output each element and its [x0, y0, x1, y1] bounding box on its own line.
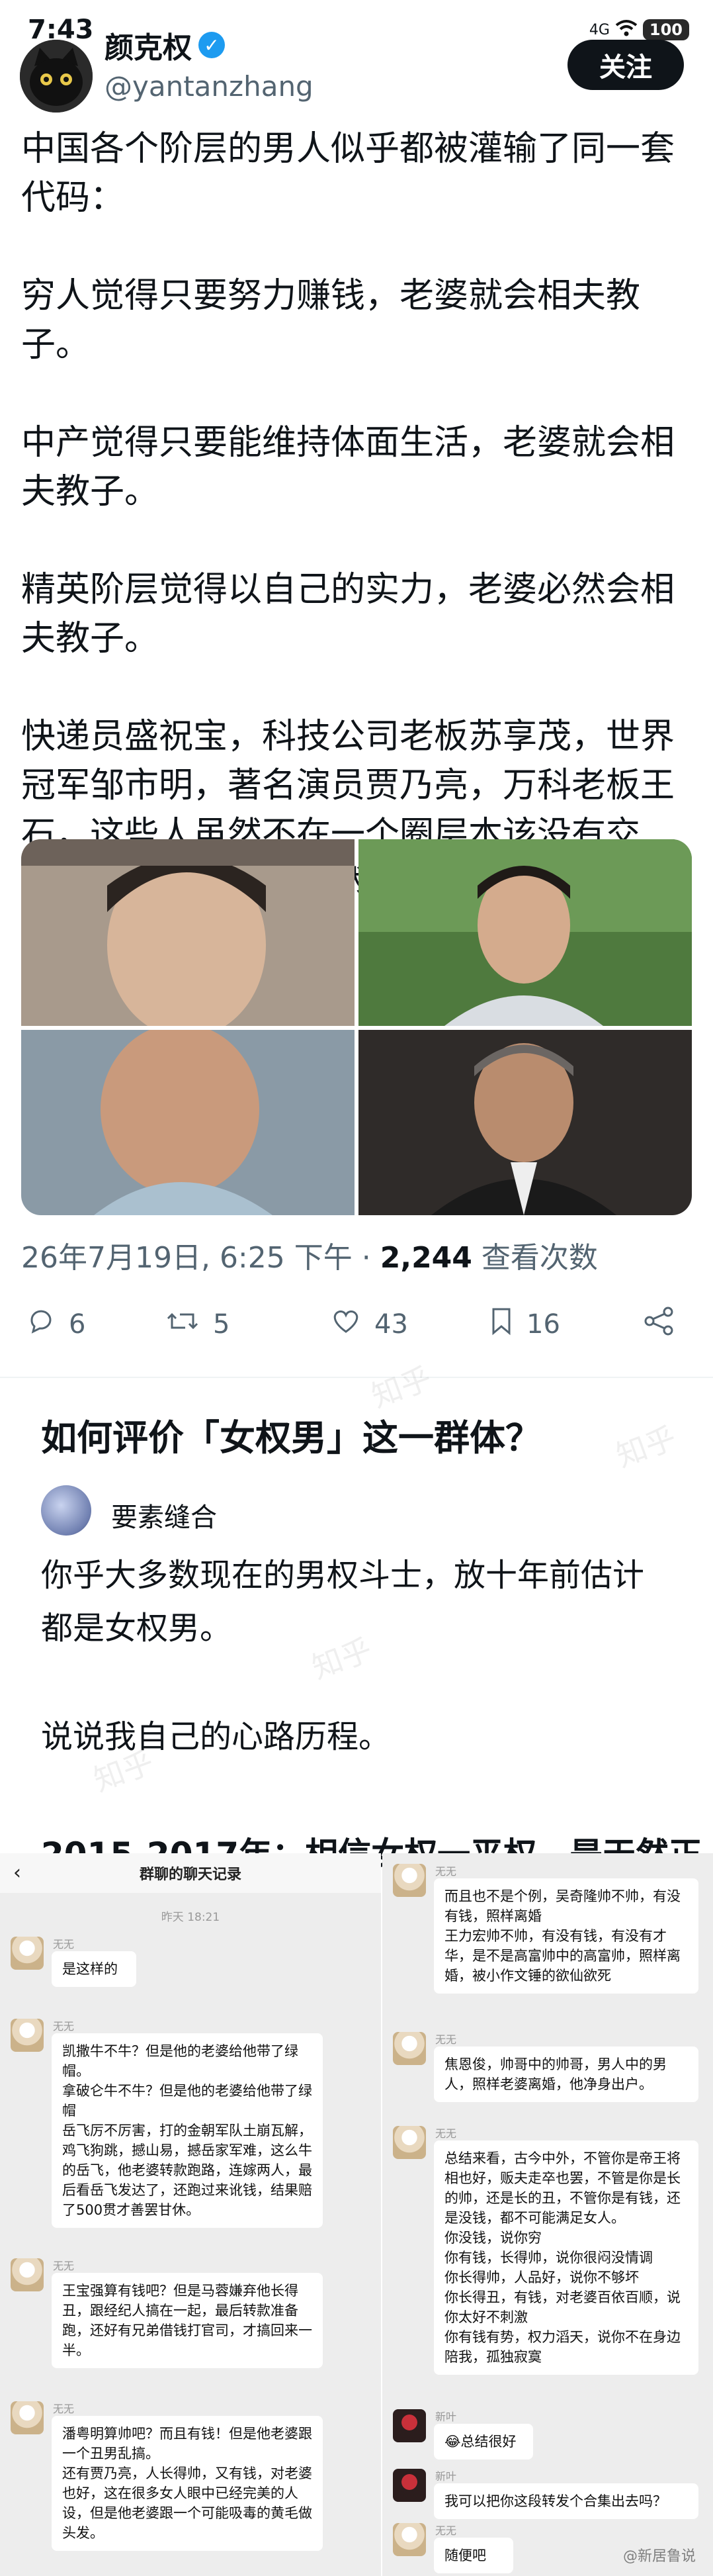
avatar[interactable]	[11, 2258, 44, 2291]
message-bubble[interactable]: 😂总结很好	[434, 2424, 533, 2460]
sender-name: 无无	[53, 2260, 75, 2272]
sender-name: 无无	[53, 2020, 75, 2033]
zhihu-watermark: 知乎	[611, 1419, 681, 1474]
sender-name: 无无	[435, 1865, 457, 1878]
share-button[interactable]	[643, 1307, 675, 1342]
message-bubble[interactable]: 凯撒牛不牛？但是他的老婆给他带了绿帽。 拿破仑牛不牛？但是他的老婆给他带了绿帽 …	[52, 2033, 323, 2228]
tweet-photo[interactable]	[358, 1030, 692, 1215]
tweet-text: 中国各个阶层的男人似乎都被灌输了同一套代码： 穷人觉得只要努力赚钱，老婆就会相夫…	[21, 124, 693, 957]
tweet-actions: 6 5 43 16	[26, 1307, 688, 1353]
zhihu-author-name[interactable]: 要素缝合	[111, 1496, 217, 1534]
network-label: 4G	[589, 21, 610, 38]
message-bubble[interactable]: 我可以把你这段转发个合集出去吗？	[434, 2483, 698, 2519]
divider	[0, 1377, 713, 1378]
tweet-paragraph: 穷人觉得只要努力赚钱，老婆就会相夫教子。	[21, 276, 641, 365]
sender-name: 无无	[435, 2127, 457, 2140]
message-bubble[interactable]: 王宝强算有钱吧？但是马蓉嫌弃他长得丑，跟经纪人搞在一起，最后转款准备跑，还好有兄…	[52, 2273, 323, 2368]
follow-button[interactable]: 关注	[567, 40, 684, 90]
heart-icon	[331, 1307, 361, 1342]
chat-time: 昨天 18:21	[161, 1911, 220, 1924]
avatar[interactable]	[393, 2469, 426, 2502]
tweet-paragraph: 中产觉得只要能维持体面生活，老婆就会相夫教子。	[21, 423, 675, 512]
bookmark-icon	[489, 1307, 513, 1342]
reply-count: 6	[69, 1309, 86, 1340]
zhihu-author-avatar[interactable]	[41, 1485, 91, 1536]
sender-name: 无无	[435, 2524, 457, 2537]
message-bubble[interactable]: 焦恩俊，帅哥中的帅哥，男人中的男人，照样老婆离婚，他净身出户。	[434, 2047, 698, 2102]
avatar[interactable]	[11, 2019, 44, 2052]
chat-screenshot-right: 无无 而且也不是个例，吴奇隆帅不帅，有没有钱，照样离婚 王力宏帅不帅，有没有钱，…	[382, 1853, 713, 2576]
retweet-count: 5	[213, 1309, 230, 1340]
chat-title: 群聊的聊天记录	[139, 1866, 241, 1883]
tweet-photo-grid	[21, 839, 692, 1215]
like-button[interactable]: 43	[331, 1307, 408, 1342]
avatar[interactable]	[393, 2126, 426, 2159]
avatar[interactable]	[393, 2523, 426, 2556]
tweet-photo[interactable]	[21, 839, 355, 1026]
retweet-icon	[165, 1307, 200, 1342]
avatar[interactable]	[393, 2032, 426, 2065]
back-icon[interactable]: ‹	[13, 1861, 21, 1884]
chat-header: ‹ 群聊的聊天记录	[0, 1853, 381, 1893]
message-bubble[interactable]: 是这样的	[52, 1951, 136, 1987]
tweet-views-label: 查看次数	[481, 1241, 598, 1275]
tweet-paragraph: 精英阶层觉得以自己的实力，老婆必然会相夫教子。	[21, 570, 675, 659]
separator-dot: ·	[361, 1241, 380, 1275]
message-bubble[interactable]: 随便吧	[434, 2538, 513, 2573]
sender-name: 无无	[435, 2033, 457, 2046]
bookmark-button[interactable]: 16	[489, 1307, 560, 1342]
wifi-icon	[615, 19, 638, 41]
sender-name: 新叶	[435, 2411, 457, 2423]
user-name[interactable]: 颜克权	[105, 24, 192, 66]
sender-name: 无无	[53, 1938, 75, 1951]
battery-indicator: 100	[642, 19, 689, 40]
tweet-paragraph: 中国各个阶层的男人似乎都被灌输了同一套代码：	[21, 129, 675, 218]
zhihu-watermark: 知乎	[366, 1359, 437, 1414]
tweet-photo[interactable]	[358, 839, 692, 1026]
reply-icon	[26, 1307, 56, 1342]
chat-screenshot-left: ‹ 群聊的聊天记录 昨天 18:21 无无 是这样的 无无 凯撒牛不牛？但是他的…	[0, 1853, 381, 2576]
reply-button[interactable]: 6	[26, 1307, 85, 1342]
user-avatar[interactable]	[20, 40, 93, 113]
tweet-views-count: 2,244	[380, 1241, 472, 1275]
user-name-row: 颜克权 ✓	[105, 24, 225, 66]
share-icon	[643, 1307, 675, 1342]
tweet-timestamp[interactable]: 26年7月19日, 6:25 下午	[21, 1241, 353, 1275]
avatar[interactable]	[393, 2409, 426, 2442]
tweet-photo[interactable]	[21, 1030, 355, 1215]
retweet-button[interactable]: 5	[165, 1307, 230, 1342]
avatar[interactable]	[11, 1937, 44, 1970]
avatar[interactable]	[393, 1864, 426, 1897]
avatar[interactable]	[11, 2401, 44, 2434]
message-bubble[interactable]: 总结来看，古今中外，不管你是帝王将相也好，贩夫走卒也罢，不管是你是长的帅，还是长…	[434, 2140, 698, 2375]
like-count: 43	[374, 1309, 408, 1340]
sender-name: 新叶	[435, 2470, 457, 2483]
status-indicators: 4G 100	[589, 19, 689, 41]
bookmark-count: 16	[526, 1309, 560, 1340]
message-bubble[interactable]: 潘粤明算帅吧？而且有钱！但是他老婆跟一个丑男乱搞。 还有贾乃亮，人长得帅，又有钱…	[52, 2416, 323, 2551]
sender-name: 无无	[53, 2403, 75, 2415]
tweet-timestamp-row: 26年7月19日, 6:25 下午 · 2,244 查看次数	[21, 1234, 598, 1276]
verified-badge-icon: ✓	[198, 32, 225, 58]
zhihu-question-title[interactable]: 如何评价「女权男」这一群体？	[41, 1408, 541, 1461]
weibo-watermark: @新居鲁说	[622, 2548, 696, 2565]
user-handle[interactable]: @yantanzhang	[105, 70, 314, 103]
message-bubble[interactable]: 而且也不是个例，吴奇隆帅不帅，有没有钱，照样离婚 王力宏帅不帅，有没有钱，有没有…	[434, 1878, 698, 1994]
